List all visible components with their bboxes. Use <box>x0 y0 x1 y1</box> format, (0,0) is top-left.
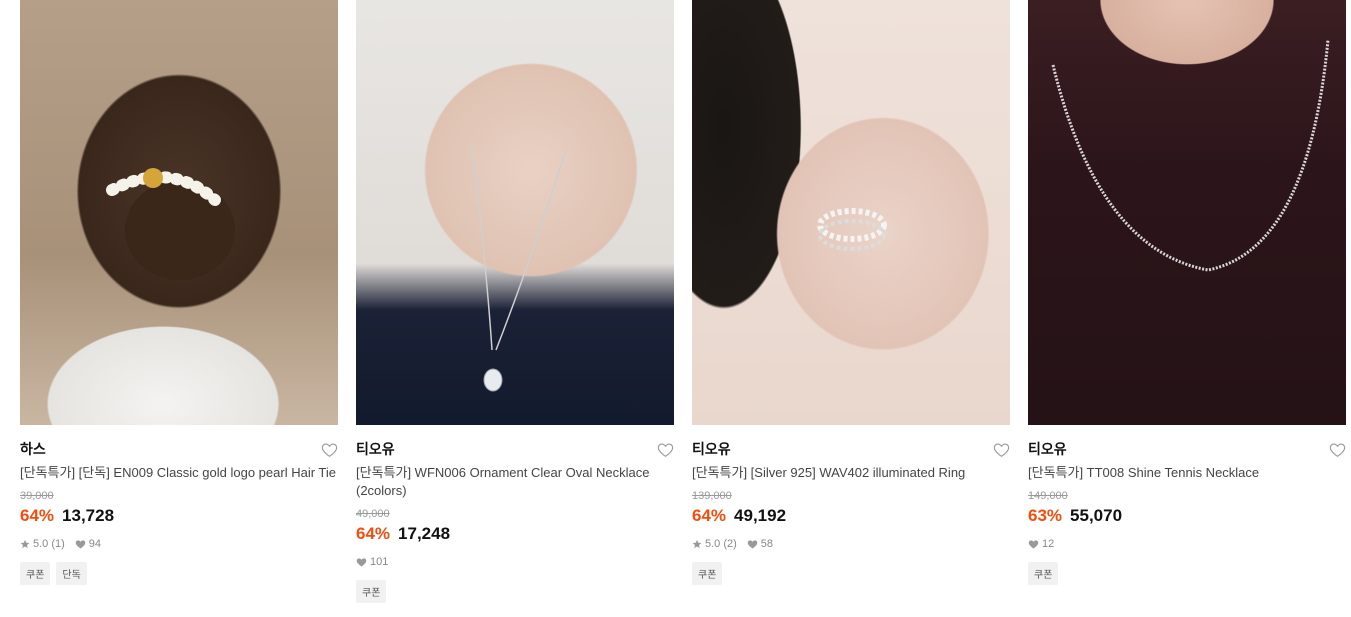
like-heart-icon <box>75 540 86 549</box>
product-name[interactable]: [단독특가] TT008 Shine Tennis Necklace <box>1028 464 1346 482</box>
coupon-badge: 쿠폰 <box>692 562 723 585</box>
product-image[interactable] <box>20 0 338 425</box>
product-name[interactable]: [단독특가] [Silver 925] WAV402 illuminated R… <box>692 464 1010 482</box>
hair-tie-illustration <box>106 168 235 280</box>
product-card[interactable]: 티오유 [단독특가] TT008 Shine Tennis Necklace 1… <box>1028 0 1346 603</box>
product-name[interactable]: [단독특가] [단독] EN009 Classic gold logo pear… <box>20 464 338 482</box>
product-card[interactable]: 티오유 [단독특가] [Silver 925] WAV402 illuminat… <box>692 0 1010 603</box>
like-heart-icon <box>356 558 367 567</box>
sale-price: 49,192 <box>734 506 787 525</box>
discount-rate: 64% <box>356 524 391 543</box>
discount-rate: 64% <box>20 506 55 525</box>
product-grid: 하스 [단독특가] [단독] EN009 Classic gold logo p… <box>20 0 1346 603</box>
product-image[interactable] <box>356 0 674 425</box>
rating: 5.0 (1) <box>33 538 65 550</box>
star-icon <box>20 539 30 549</box>
product-image[interactable] <box>1028 0 1346 425</box>
heart-icon[interactable] <box>656 440 674 458</box>
discount-rate: 64% <box>692 506 727 525</box>
original-price: 149,000 <box>1028 490 1068 502</box>
brand-name[interactable]: 티오유 <box>1028 439 1067 459</box>
ring-illustration <box>817 208 887 251</box>
tennis-necklace-illustration <box>1051 39 1330 272</box>
heart-icon[interactable] <box>320 440 338 458</box>
like-count: 12 <box>1042 538 1055 550</box>
product-image[interactable] <box>692 0 1010 425</box>
exclusive-badge: 단독 <box>56 562 87 585</box>
sale-price: 17,248 <box>398 524 451 543</box>
necklace-illustration <box>470 139 567 392</box>
like-heart-icon <box>1028 540 1039 549</box>
brand-name[interactable]: 하스 <box>20 439 46 459</box>
coupon-badge: 쿠폰 <box>1028 562 1059 585</box>
brand-name[interactable]: 티오유 <box>356 439 395 459</box>
star-icon <box>692 539 702 549</box>
heart-icon[interactable] <box>992 440 1010 458</box>
sale-price: 13,728 <box>62 506 115 525</box>
like-count: 94 <box>88 538 102 550</box>
like-count: 58 <box>760 538 774 550</box>
rating: 5.0 (2) <box>705 538 737 550</box>
sale-price: 55,070 <box>1070 506 1123 525</box>
product-card[interactable]: 티오유 [단독특가] WFN006 Ornament Clear Oval Ne… <box>356 0 674 603</box>
coupon-badge: 쿠폰 <box>356 580 387 603</box>
discount-rate: 63% <box>1028 506 1063 525</box>
product-name[interactable]: [단독특가] WFN006 Ornament Clear Oval Neckla… <box>356 464 674 500</box>
original-price: 139,000 <box>692 490 732 502</box>
original-price: 49,000 <box>356 508 390 520</box>
like-heart-icon <box>747 540 758 549</box>
coupon-badge: 쿠폰 <box>20 562 51 585</box>
like-count: 101 <box>370 556 389 568</box>
product-card[interactable]: 하스 [단독특가] [단독] EN009 Classic gold logo p… <box>20 0 338 603</box>
original-price: 39,000 <box>20 490 54 502</box>
heart-icon[interactable] <box>1328 440 1346 458</box>
brand-name[interactable]: 티오유 <box>692 439 731 459</box>
